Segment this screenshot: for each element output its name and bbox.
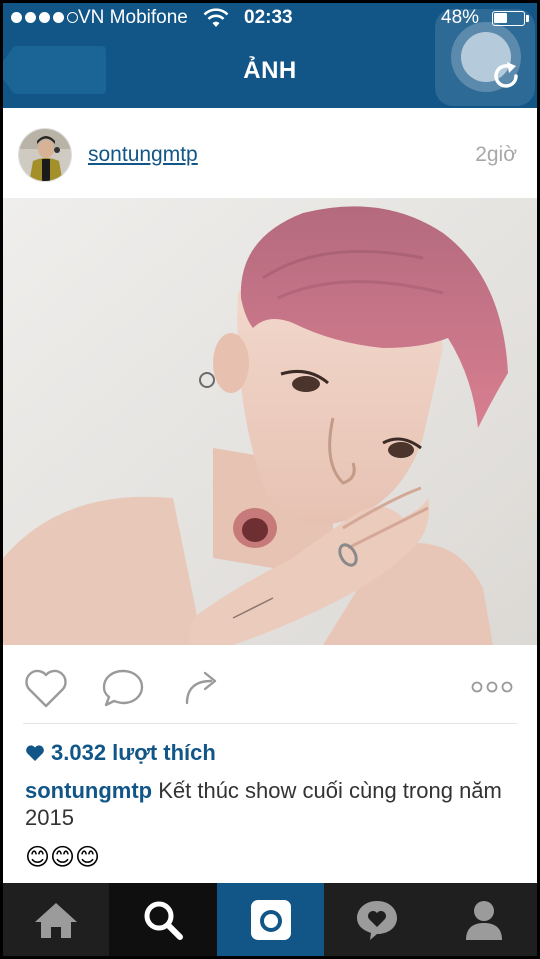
header: VN Mobifone 02:33 48% ẢNH bbox=[3, 3, 537, 108]
screen: VN Mobifone 02:33 48% ẢNH sontungmtp 2gi… bbox=[3, 3, 537, 956]
heart-icon[interactable] bbox=[23, 667, 69, 709]
clock: 02:33 bbox=[244, 7, 293, 28]
activity-icon bbox=[357, 900, 397, 940]
tab-camera[interactable] bbox=[217, 883, 324, 956]
carrier-name: VN Mobifone bbox=[78, 7, 188, 28]
heart-filled-icon bbox=[26, 745, 44, 761]
tab-profile[interactable] bbox=[430, 883, 537, 956]
wifi-icon bbox=[203, 8, 229, 27]
profile-icon bbox=[465, 900, 502, 940]
post-username[interactable]: sontungmtp bbox=[88, 143, 198, 167]
tab-home[interactable] bbox=[3, 883, 109, 956]
tab-bar bbox=[3, 883, 537, 956]
likes-label: 3.032 lượt thích bbox=[51, 740, 216, 765]
caption-emojis: 😊😊😊 bbox=[25, 844, 101, 871]
signal-strength-icon bbox=[11, 12, 78, 23]
share-icon[interactable] bbox=[181, 667, 223, 709]
likes-count[interactable]: 3.032 lượt thích bbox=[25, 740, 216, 766]
tab-activity[interactable] bbox=[324, 883, 430, 956]
home-icon bbox=[35, 902, 77, 938]
comment-icon[interactable] bbox=[100, 667, 146, 709]
post-header: sontungmtp 2giờ bbox=[3, 108, 537, 198]
divider bbox=[23, 723, 517, 724]
post-photo[interactable] bbox=[3, 198, 537, 645]
post-timestamp: 2giờ bbox=[475, 143, 517, 166]
avatar[interactable] bbox=[18, 128, 72, 182]
refresh-icon bbox=[494, 62, 518, 88]
post-caption: sontungmtp Kết thúc show cuối cùng trong… bbox=[25, 777, 515, 831]
post-actions bbox=[3, 645, 537, 725]
camera-icon bbox=[250, 899, 291, 940]
search-icon bbox=[144, 901, 183, 940]
refresh-button[interactable] bbox=[435, 9, 535, 106]
more-icon[interactable] bbox=[471, 681, 513, 693]
tab-search[interactable] bbox=[109, 883, 217, 956]
caption-username[interactable]: sontungmtp bbox=[25, 778, 152, 803]
